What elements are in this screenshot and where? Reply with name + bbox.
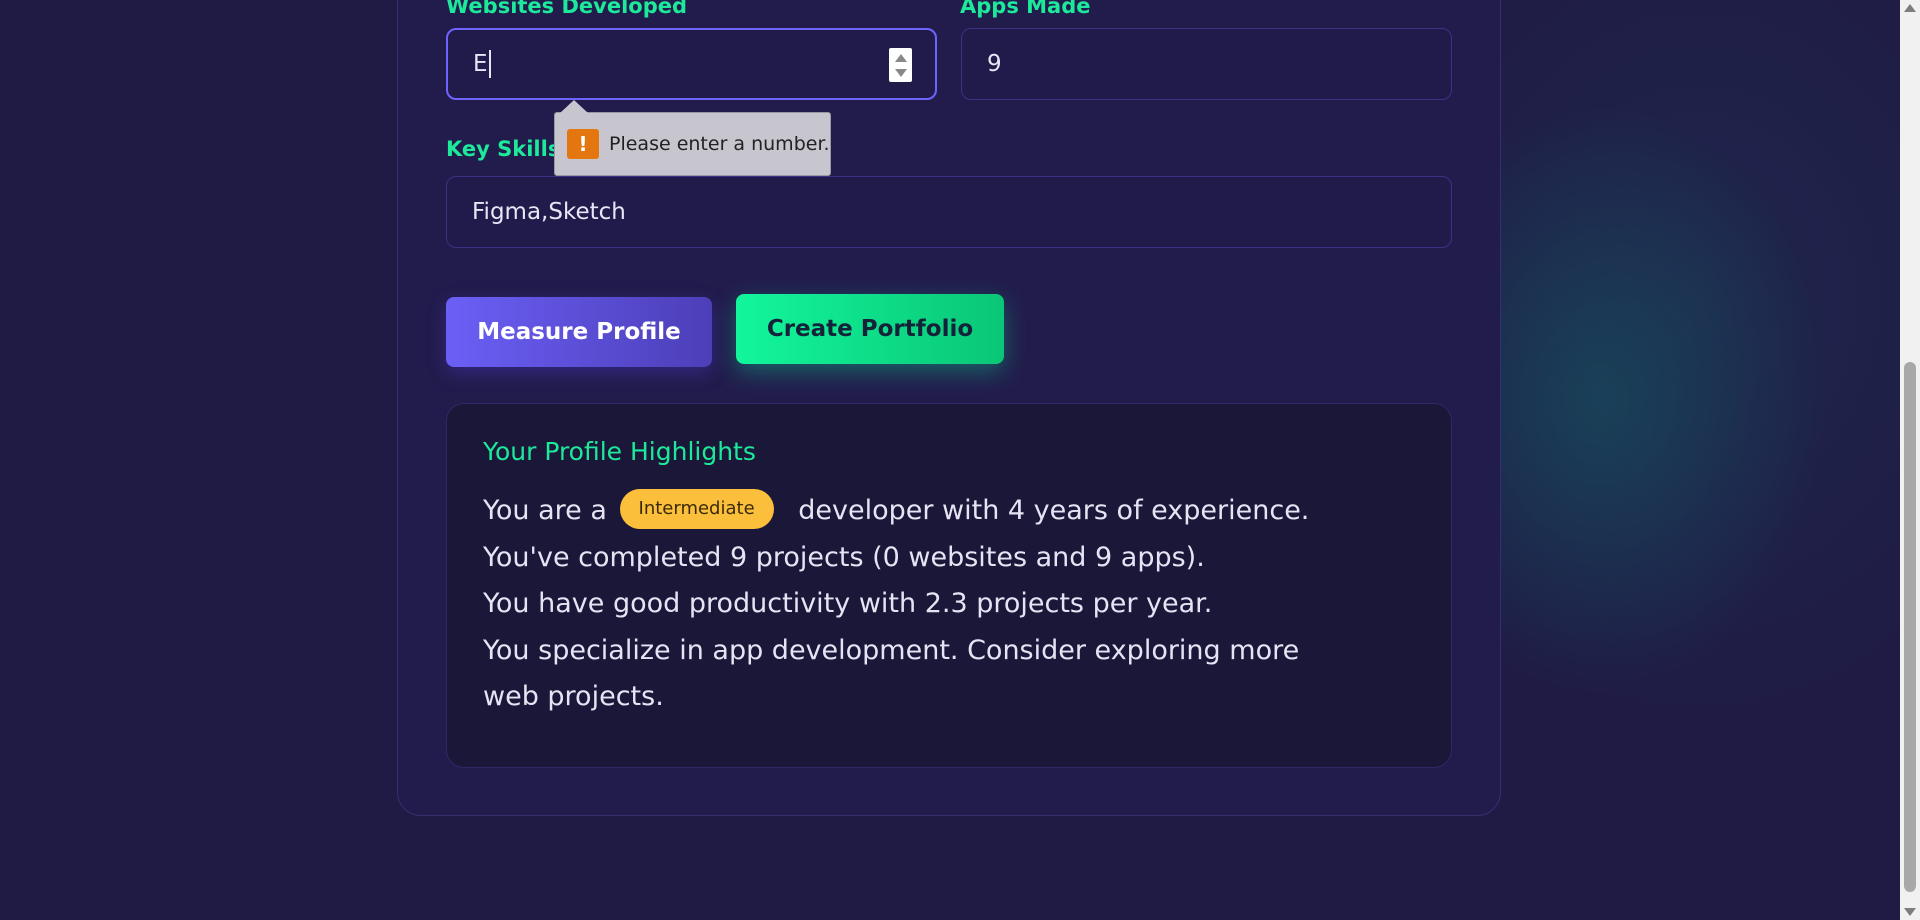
measure-profile-button[interactable]: Measure Profile — [446, 297, 712, 367]
profile-highlights-panel: Your Profile Highlights You are a Interm… — [446, 403, 1452, 768]
skills-input-value: Figma,Sketch — [472, 199, 626, 225]
apps-input[interactable]: 9 — [961, 28, 1452, 100]
chevron-down-icon[interactable] — [894, 68, 907, 77]
warning-icon: ! — [567, 129, 599, 159]
tooltip-arrow — [560, 100, 588, 113]
skills-input[interactable]: Figma,Sketch — [446, 176, 1452, 248]
chevron-up-icon[interactable] — [894, 53, 907, 62]
level-suffix: developer with 4 years of experience. — [798, 495, 1310, 526]
scroll-thumb[interactable] — [1904, 362, 1916, 892]
highlights-body: You are a Intermediate developer with 4 … — [483, 488, 1363, 721]
number-spinner[interactable] — [889, 48, 912, 82]
scroll-up-icon[interactable] — [1904, 4, 1916, 12]
level-badge: Intermediate — [619, 488, 774, 529]
create-portfolio-button[interactable]: Create Portfolio — [736, 294, 1004, 364]
validation-tooltip: ! Please enter a number. — [554, 112, 831, 176]
highlight-line-level: You are a Intermediate developer with 4 … — [483, 488, 1363, 535]
websites-input-value: E — [473, 51, 488, 77]
apps-input-value: 9 — [987, 51, 1002, 77]
apps-label: Apps Made — [960, 0, 1091, 18]
text-caret — [488, 50, 491, 78]
websites-label: Websites Developed — [446, 0, 688, 18]
highlight-line-productivity: You have good productivity with 2.3 proj… — [483, 588, 1213, 619]
highlight-line-projects: You've completed 9 projects (0 websites … — [483, 541, 1205, 573]
scroll-down-icon[interactable] — [1904, 908, 1916, 916]
highlight-line-specialization: You specialize in app development. Consi… — [483, 634, 1300, 713]
vertical-scrollbar[interactable] — [1900, 0, 1920, 920]
level-prefix: You are a — [483, 495, 607, 526]
highlights-title: Your Profile Highlights — [483, 437, 756, 466]
websites-input[interactable]: E — [446, 28, 937, 100]
validation-message: Please enter a number. — [609, 133, 830, 155]
